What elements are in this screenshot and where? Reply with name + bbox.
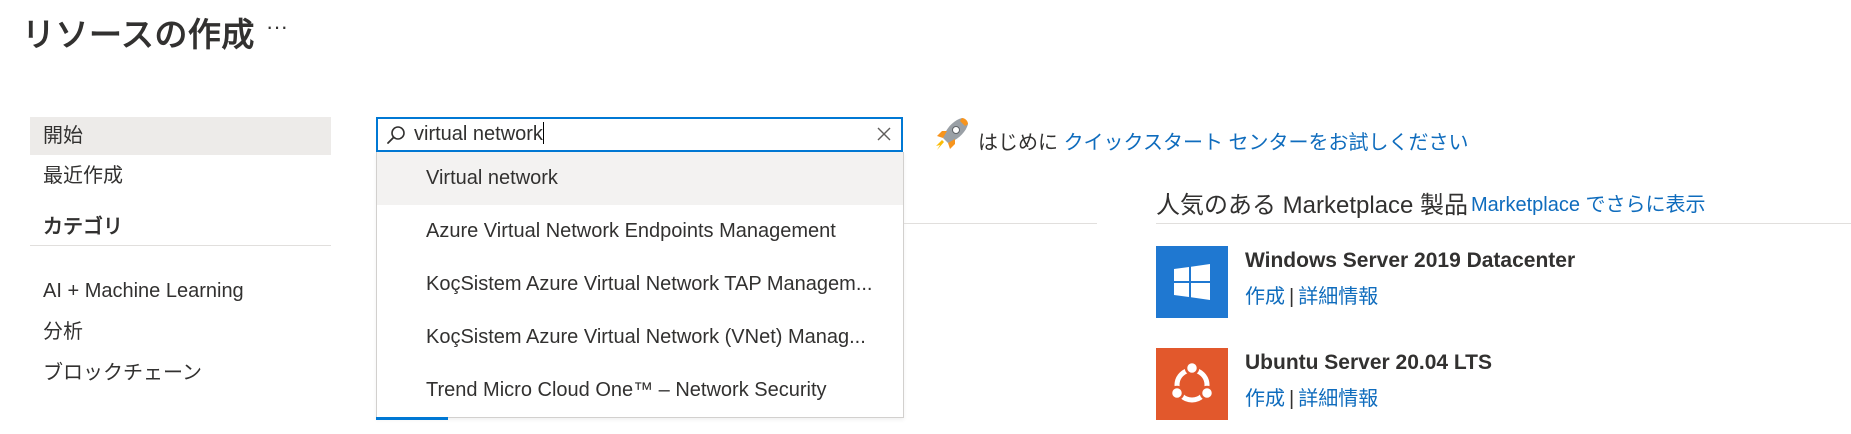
categories-heading: カテゴリ (43, 216, 123, 238)
marketplace-divider (1156, 223, 1851, 224)
create-link[interactable]: 作成 (1245, 388, 1285, 410)
product-name[interactable]: Ubuntu Server 20.04 LTS (1245, 351, 1492, 375)
suggestion-item[interactable]: Trend Micro Cloud One™ – Network Securit… (377, 364, 903, 417)
content-divider (904, 223, 1097, 224)
ubuntu-logo-icon[interactable] (1156, 348, 1228, 420)
search-suggestions: Virtual network Azure Virtual Network En… (376, 152, 904, 418)
windows-logo-icon[interactable] (1156, 246, 1228, 318)
create-link[interactable]: 作成 (1245, 286, 1285, 308)
product-name[interactable]: Windows Server 2019 Datacenter (1245, 249, 1575, 273)
suggestion-item[interactable]: KoçSistem Azure Virtual Network TAP Mana… (377, 258, 903, 311)
sidebar-item-ai-ml[interactable]: AI + Machine Learning (30, 272, 331, 310)
search-input[interactable]: virtual network (414, 119, 834, 150)
sidebar-item-start[interactable]: 開始 (30, 117, 331, 155)
marketplace-title: 人気のある Marketplace 製品 (1156, 192, 1469, 219)
ubuntu-logo-graphic (1169, 360, 1215, 403)
quickstart-link[interactable]: クイックスタート センターをお試しください (1064, 132, 1469, 154)
sidebar-item-analytics[interactable]: 分析 (30, 313, 331, 351)
tab-indicator (376, 417, 448, 420)
search-input-value: virtual network (414, 123, 543, 145)
text-caret (542, 122, 544, 144)
page-title: リソースの作成 (22, 16, 255, 53)
product-links: 作成 | 詳細情報 (1245, 382, 1378, 411)
link-separator: | (1289, 286, 1295, 308)
quickstart-text: はじめに クイックスタート センターをお試しください (978, 126, 1469, 155)
suggestion-item[interactable]: Virtual network (377, 152, 903, 205)
sidebar-item-blockchain[interactable]: ブロックチェーン (30, 354, 331, 392)
more-options-icon[interactable]: ··· (266, 14, 288, 40)
sidebar-divider (30, 245, 331, 246)
suggestion-item[interactable]: Azure Virtual Network Endpoints Manageme… (377, 205, 903, 258)
details-link[interactable]: 詳細情報 (1298, 388, 1378, 410)
rocket-icon (936, 118, 968, 150)
windows-logo-graphic (1174, 264, 1210, 300)
suggestion-item[interactable]: KoçSistem Azure Virtual Network (VNet) M… (377, 311, 903, 364)
quickstart-prefix: はじめに (978, 132, 1064, 154)
link-separator: | (1289, 388, 1295, 410)
close-icon[interactable] (875, 125, 893, 143)
search-icon (387, 126, 405, 144)
marketplace-more-link[interactable]: Marketplace でさらに表示 (1471, 188, 1706, 217)
sidebar-item-recent[interactable]: 最近作成 (30, 157, 331, 195)
search-box[interactable]: virtual network (376, 117, 903, 152)
product-links: 作成 | 詳細情報 (1245, 280, 1378, 309)
details-link[interactable]: 詳細情報 (1298, 286, 1378, 308)
